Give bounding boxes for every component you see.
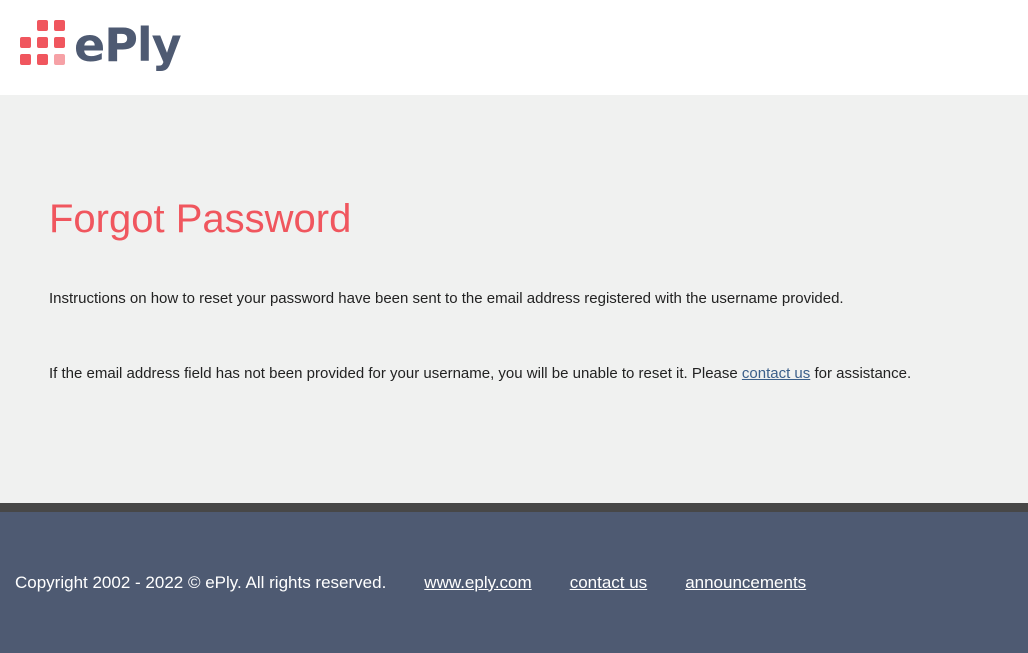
- header: ePly: [0, 0, 1028, 95]
- assistance-note-suffix: for assistance.: [810, 365, 912, 382]
- assistance-note-prefix: If the email address field has not been …: [49, 365, 742, 382]
- footer-link-announcements[interactable]: announcements: [685, 573, 806, 593]
- eply-logo[interactable]: ePly: [20, 18, 182, 72]
- logo-wordmark: ePly: [74, 18, 182, 72]
- main-content: Forgot Password Instructions on how to r…: [0, 95, 1028, 503]
- page-title: Forgot Password: [49, 197, 352, 241]
- copyright-text: Copyright 2002 - 2022 © ePly. All rights…: [15, 572, 387, 592]
- contact-us-link[interactable]: contact us: [742, 365, 810, 382]
- instructions-text: Instructions on how to reset your passwo…: [49, 290, 844, 307]
- assistance-note: If the email address field has not been …: [49, 365, 911, 382]
- footer-link-contact-us[interactable]: contact us: [570, 573, 648, 593]
- footer-link-website[interactable]: www.eply.com: [424, 573, 531, 593]
- logo-dots-icon: [20, 20, 66, 66]
- footer-divider: [0, 503, 1028, 512]
- footer: Copyright 2002 - 2022 © ePly. All rights…: [0, 512, 1028, 653]
